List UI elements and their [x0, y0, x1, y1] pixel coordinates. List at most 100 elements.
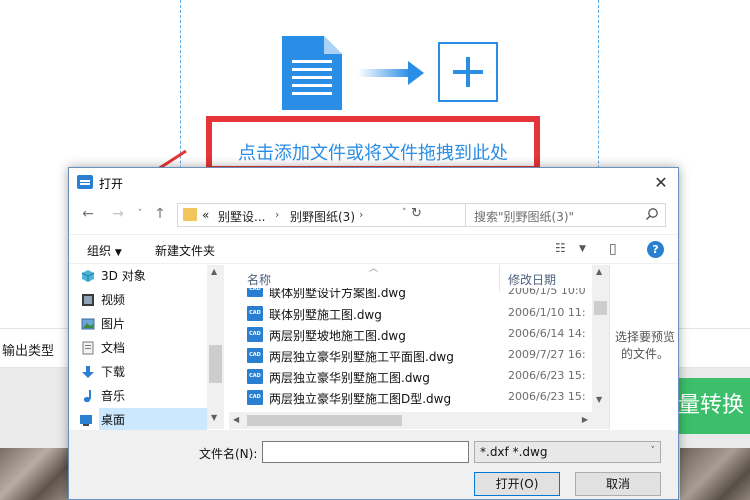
scroll-right-icon[interactable]: ▶	[582, 415, 588, 424]
file-list-vertical-scrollbar[interactable]: ▲ ▼	[592, 265, 609, 429]
nav-item-label: 3D 对象	[101, 269, 146, 283]
cad-file-icon: CAD	[247, 327, 263, 342]
cad-file-icon: CAD	[247, 390, 263, 405]
scroll-left-icon[interactable]: ◀	[233, 415, 239, 424]
file-name: 两层独立豪华别墅施工图D型.dwg	[269, 392, 452, 406]
recent-locations-chevron-icon[interactable]: ˅	[131, 209, 149, 219]
file-name: 两层独立豪华别墅施工平面图.dwg	[269, 350, 454, 364]
cad-file-icon: CAD	[247, 369, 263, 384]
scrollbar-thumb[interactable]	[209, 345, 222, 383]
sort-ascending-icon: ︿	[369, 264, 379, 274]
address-overflow[interactable]: «	[202, 208, 209, 222]
forward-arrow-icon[interactable]: →	[109, 206, 127, 222]
nav-pane-scrollbar[interactable]: ▲ ▼	[207, 265, 224, 429]
filename-input[interactable]: ˅	[262, 441, 648, 463]
help-icon[interactable]: ?	[647, 241, 664, 258]
dialog-title: 打开	[99, 177, 124, 191]
app-background: 点击添加文件或将文件拖拽到此处 输出类型 量转换 打开 ✕ ← → ˅ ↑ « …	[0, 0, 750, 500]
search-input[interactable]: 搜索"别野图纸(3)"	[465, 203, 666, 227]
dialog-toolbar: 组织 ▼ 新建文件夹 ☷ ▼ ▯ ?	[69, 234, 678, 264]
file-name: 联体别墅设计方案图.dwg	[269, 288, 406, 300]
back-arrow-icon[interactable]: ←	[79, 206, 97, 222]
background-photo-right	[680, 448, 750, 500]
view-dropdown-icon[interactable]: ▼	[579, 244, 586, 254]
file-date: 2006/1/5 10:0	[508, 288, 586, 297]
scroll-down-icon[interactable]: ▼	[596, 395, 602, 404]
close-icon[interactable]: ✕	[650, 172, 672, 194]
file-row[interactable]: CAD 两层独立豪华别墅施工平面图.dwg 2009/7/27 16:	[229, 345, 599, 366]
column-header-name[interactable]: 名称	[247, 271, 271, 288]
cad-file-icon: CAD	[247, 288, 263, 297]
file-date: 2006/6/14 14:	[508, 327, 586, 340]
arrow-right-icon	[358, 61, 424, 85]
column-header-date[interactable]: 修改日期	[508, 271, 556, 288]
search-icon[interactable]	[645, 207, 659, 221]
file-type-value: *.dxf *.dwg	[480, 445, 548, 459]
file-date: 2006/6/23 15:	[508, 369, 586, 382]
download-icon	[82, 366, 94, 378]
scrollbar-thumb[interactable]	[247, 415, 402, 426]
nav-item-music[interactable]: 音乐	[83, 384, 209, 408]
nav-item-pictures[interactable]: 图片	[81, 312, 209, 336]
organize-menu[interactable]: 组织 ▼	[87, 242, 122, 259]
new-folder-button[interactable]: 新建文件夹	[155, 242, 215, 259]
output-type-label: 输出类型	[2, 344, 55, 359]
breadcrumb-segment-1[interactable]: 别墅设...	[218, 208, 265, 225]
scrollbar-thumb[interactable]	[594, 301, 607, 315]
file-date: 2006/1/10 11:	[508, 306, 586, 319]
scroll-down-icon[interactable]: ▼	[211, 413, 217, 422]
document-icon	[282, 36, 342, 110]
nav-item-label: 桌面	[101, 413, 126, 427]
file-row[interactable]: CAD 两层别墅坡地施工图.dwg 2006/6/14 14:	[229, 324, 599, 345]
organize-label: 组织	[87, 244, 112, 258]
file-date: 2009/7/27 16:	[508, 348, 586, 361]
up-arrow-icon[interactable]: ↑	[151, 206, 169, 222]
address-dropdown-icon[interactable]: ˅	[402, 208, 407, 218]
folder-icon	[183, 208, 197, 221]
scroll-up-icon[interactable]: ▲	[211, 267, 217, 276]
cancel-button[interactable]: 取消	[575, 472, 661, 496]
cube-icon	[81, 270, 95, 282]
chevron-down-icon: ▼	[114, 248, 122, 258]
file-list-horizontal-scrollbar[interactable]: ◀ ▶	[229, 412, 592, 429]
preview-pane-icon[interactable]: ▯	[609, 241, 617, 257]
file-row[interactable]: CAD 两层独立豪华别墅施工图.dwg 2006/6/23 15:	[229, 366, 599, 387]
drop-hint-text[interactable]: 点击添加文件或将文件拖拽到此处	[238, 139, 508, 165]
file-row[interactable]: CAD 联体别墅施工图.dwg 2006/1/10 11:	[229, 303, 599, 324]
nav-item-desktop[interactable]: 桌面	[80, 408, 207, 432]
file-list-pane: ︿ 名称 修改日期 CAD 联体别墅设计方案图.dwg 2006/1/5 10:…	[229, 264, 609, 429]
breadcrumb-separator-icon[interactable]: ›	[359, 208, 363, 221]
scroll-up-icon[interactable]: ▲	[596, 267, 602, 276]
dialog-bottom-area: 文件名(N): ˅ *.dxf *.dwg ˅ 打开(O) 取消	[69, 430, 678, 499]
nav-item-documents[interactable]: 文档	[82, 336, 209, 360]
nav-item-label: 视频	[101, 293, 126, 307]
navigation-row: ← → ˅ ↑ « 别墅设... › 别野图纸(3) › ˅ ↻ 搜索"别野图纸…	[69, 200, 678, 230]
open-button[interactable]: 打开(O)	[474, 472, 560, 496]
refresh-icon[interactable]: ↻	[411, 206, 422, 221]
view-options-icon[interactable]: ☷	[555, 241, 566, 255]
chevron-down-icon: ˅	[650, 446, 656, 456]
nav-item-label: 下载	[101, 365, 126, 379]
file-row[interactable]: CAD 两层独立豪华别墅施工图D型.dwg 2006/6/23 15:	[229, 387, 599, 408]
nav-item-videos[interactable]: 视频	[82, 288, 209, 312]
batch-convert-button[interactable]: 量转换	[676, 378, 750, 434]
nav-item-downloads[interactable]: 下载	[82, 360, 209, 384]
cad-file-icon: CAD	[247, 348, 263, 363]
background-photo-left	[0, 448, 70, 500]
add-file-icon[interactable]	[438, 42, 498, 102]
document-icon	[82, 341, 94, 355]
file-type-select[interactable]: *.dxf *.dwg ˅	[474, 441, 661, 463]
open-file-dialog: 打开 ✕ ← → ˅ ↑ « 别墅设... › 别野图纸(3) › ˅ ↻ 搜索…	[68, 167, 679, 500]
nav-item-label: 音乐	[101, 389, 126, 403]
file-name: 联体别墅施工图.dwg	[269, 308, 382, 322]
file-name: 两层独立豪华别墅施工图.dwg	[269, 371, 430, 385]
nav-item-label: 图片	[101, 317, 126, 331]
file-row[interactable]: CAD 联体别墅设计方案图.dwg 2006/1/5 10:0	[229, 288, 599, 302]
breadcrumb-segment-2[interactable]: 别野图纸(3)	[290, 208, 355, 225]
preview-pane: 选择要预览的文件。	[609, 265, 678, 429]
nav-item-3d-objects[interactable]: 3D 对象	[81, 264, 209, 288]
dialog-titlebar[interactable]: 打开 ✕	[69, 168, 678, 198]
file-name: 两层别墅坡地施工图.dwg	[269, 329, 406, 343]
breadcrumb-separator-icon[interactable]: ›	[275, 208, 279, 221]
video-icon	[82, 294, 94, 306]
